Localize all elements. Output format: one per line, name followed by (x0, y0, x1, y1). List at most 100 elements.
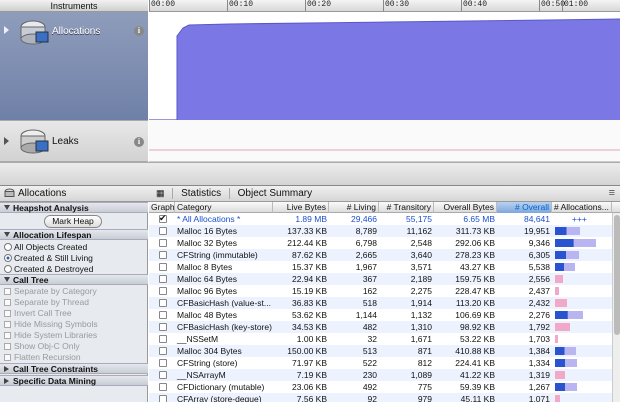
lifespan-option[interactable]: All Objects Created (4, 242, 87, 252)
radio-button[interactable] (4, 243, 12, 251)
vertical-scrollbar[interactable] (612, 213, 620, 402)
lifespan-option[interactable]: Created & Still Living (4, 253, 93, 263)
graph-checkbox[interactable] (159, 359, 167, 367)
table-row[interactable]: Malloc 96 Bytes 15.19 KB 162 2,275 228.47 KB… (149, 285, 612, 297)
column-header[interactable]: Live Bytes (273, 202, 329, 213)
table-row[interactable]: Malloc 16 Bytes 137.33 KB 8,789 11,162 311.7… (149, 225, 612, 237)
track-leaks[interactable]: Leaks i (0, 120, 148, 162)
menu-lines-icon[interactable]: ≡ (609, 187, 615, 199)
cell-living: 1,144 (355, 310, 377, 320)
calltree-option[interactable]: Flatten Recursion (4, 352, 81, 362)
graph-checkbox[interactable] (159, 299, 167, 307)
cell-overall: 1,071 (528, 394, 550, 402)
cell-living: 518 (362, 298, 377, 308)
checkbox[interactable] (4, 343, 11, 350)
calltree-option[interactable]: Show Obj-C Only (4, 341, 80, 351)
cell-living: 8,789 (355, 226, 377, 236)
table-row[interactable]: CFString (store) 71.97 KB 522 812 224.41 KB 1… (149, 357, 612, 369)
calltree-option[interactable]: Hide System Libraries (4, 330, 97, 340)
cell-overall-bytes: 410.88 KB (455, 346, 495, 356)
table-row[interactable]: CFBasicHash (value-st... 36.83 KB 518 1,914… (149, 297, 612, 309)
column-header[interactable]: # Allocations... (552, 202, 612, 213)
graph-checkbox[interactable] (159, 371, 167, 379)
graph-checkbox[interactable] (159, 251, 167, 259)
section-calltree-constraints[interactable]: Call Tree Constraints (0, 363, 148, 374)
graph-checkbox[interactable] (159, 227, 167, 235)
track-label-leaks: Leaks (52, 136, 79, 147)
cell-overall: 1,703 (528, 334, 550, 344)
options-sidebar: Heapshot Analysis Mark Heap Allocation L… (0, 202, 148, 402)
graph-checkbox[interactable] (159, 395, 167, 402)
column-header[interactable]: # Transitory (379, 202, 434, 213)
info-icon[interactable]: i (134, 26, 144, 36)
graph-checkbox[interactable] (159, 335, 167, 343)
section-calltree[interactable]: Call Tree (0, 274, 148, 285)
timeline[interactable]: 00:00 00:10 00:20 00:30 00:40 00:50 01:00 (149, 0, 620, 185)
checkbox[interactable] (4, 321, 11, 328)
table-row[interactable]: __NSSetM 1.00 KB 32 1,671 53.22 KB 1,703 (149, 333, 612, 345)
table-row[interactable]: * All Allocations * 1.89 MB 29,466 55,175 6.… (149, 212, 612, 225)
table-row[interactable]: CFBasicHash (key-store) 34.53 KB 482 1,310 9… (149, 321, 612, 333)
leaks-graph[interactable] (149, 120, 620, 162)
allocations-graph[interactable] (149, 12, 620, 121)
cell-transitory: 11,162 (406, 226, 432, 236)
checkbox[interactable] (4, 310, 11, 317)
cell-category: Malloc 64 Bytes (177, 274, 237, 284)
calltree-option[interactable]: Separate by Category (4, 286, 97, 296)
column-header[interactable]: Category (175, 202, 273, 213)
checkbox[interactable] (4, 299, 11, 306)
tab-statistics[interactable]: Statistics (181, 188, 221, 199)
lifespan-option[interactable]: Created & Destroyed (4, 264, 93, 274)
radio-button[interactable] (4, 254, 12, 262)
allocations-table[interactable]: Graph Category Live Bytes # Living # Transit… (149, 202, 620, 402)
table-row[interactable]: __NSArrayM 7.19 KB 230 1,089 41.22 KB 1,319 (149, 369, 612, 381)
graph-checkbox[interactable] (159, 212, 167, 224)
graph-checkbox[interactable] (159, 263, 167, 271)
graph-checkbox[interactable] (159, 383, 167, 391)
table-row[interactable]: Malloc 32 Bytes 212.44 KB 6,798 2,548 292.06… (149, 237, 612, 249)
info-icon[interactable]: i (134, 137, 144, 147)
table-row[interactable]: CFDictionary (mutable) 23.06 KB 492 775 59.3… (149, 381, 612, 393)
graph-checkbox[interactable] (159, 239, 167, 247)
time-ruler[interactable]: 00:00 00:10 00:20 00:30 00:40 00:50 01:00 (149, 0, 620, 12)
cell-overall: 1,384 (528, 346, 550, 356)
cell-overall: 6,305 (528, 250, 550, 260)
calltree-option[interactable]: Separate by Thread (4, 297, 89, 307)
graph-checkbox[interactable] (159, 287, 167, 295)
tab-object-summary[interactable]: Object Summary (238, 188, 312, 199)
graph-checkbox[interactable] (159, 323, 167, 331)
radio-button[interactable] (4, 265, 12, 273)
mark-heap-button[interactable]: Mark Heap (44, 215, 102, 228)
track-allocations[interactable]: Allocations i (0, 12, 148, 120)
calltree-option[interactable]: Invert Call Tree (4, 308, 72, 318)
calltree-option[interactable]: Hide Missing Symbols (4, 319, 98, 329)
column-header[interactable]: # Living (329, 202, 379, 213)
checkbox[interactable] (4, 354, 11, 361)
table-row[interactable]: Malloc 64 Bytes 22.94 KB 367 2,189 159.75 KB… (149, 273, 612, 285)
allocation-bar (555, 383, 577, 391)
graph-checkbox[interactable] (159, 311, 167, 319)
section-data-mining[interactable]: Specific Data Mining (0, 375, 148, 386)
cell-overall-bytes: 98.92 KB (460, 322, 495, 332)
table-row[interactable]: CFString (immutable) 87.62 KB 2,665 3,640 27… (149, 249, 612, 261)
graph-checkbox[interactable] (159, 347, 167, 355)
table-row[interactable]: Malloc 48 Bytes 53.62 KB 1,144 1,132 106.69 … (149, 309, 612, 321)
table-row[interactable]: Malloc 8 Bytes 15.37 KB 1,967 3,571 43.27 KB… (149, 261, 612, 273)
disclosure-triangle-icon[interactable] (4, 26, 9, 34)
checkbox[interactable] (4, 332, 11, 339)
table-row[interactable]: Malloc 304 Bytes 150.00 KB 513 871 410.88 KB… (149, 345, 612, 357)
checkbox[interactable] (4, 288, 11, 295)
section-lifespan[interactable]: Allocation Lifespan (0, 229, 148, 240)
scrollbar-thumb[interactable] (614, 215, 620, 335)
option-label: Created & Destroyed (14, 264, 94, 274)
disclosure-triangle-icon[interactable] (4, 137, 9, 145)
ruler-tick-label: 00:20 (307, 0, 332, 9)
column-header[interactable]: # Overall (497, 202, 552, 213)
cell-live-bytes: 23.06 KB (292, 382, 327, 392)
table-row[interactable]: CFArray (store-deque) 7.56 KB 92 979 45.11 K… (149, 393, 612, 402)
view-grid-icon[interactable]: ▦ (156, 188, 165, 198)
graph-checkbox[interactable] (159, 275, 167, 283)
column-header[interactable]: Overall Bytes (434, 202, 497, 213)
ruler-tick-mark (227, 0, 228, 11)
section-heapshot[interactable]: Heapshot Analysis (0, 202, 148, 213)
